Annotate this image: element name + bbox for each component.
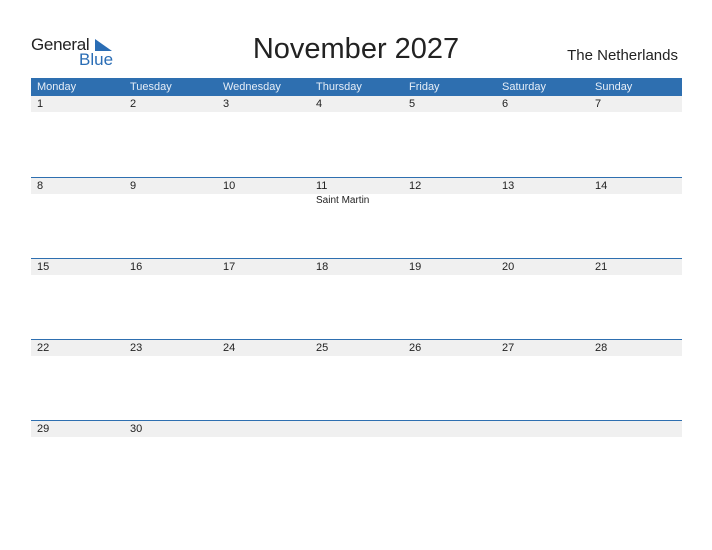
holiday-event [217, 275, 310, 276]
day-number: 2 [130, 98, 137, 110]
holiday-event [217, 112, 310, 113]
holiday-event [403, 194, 496, 207]
weekday-monday: Monday [37, 81, 77, 93]
weekday-saturday: Saturday [502, 81, 547, 93]
date-bar: 8 9 10 11 12 13 14 [31, 177, 682, 194]
day-number: 4 [316, 98, 323, 110]
day-number: 24 [223, 342, 236, 354]
holiday-event [496, 112, 589, 113]
day-number: 28 [595, 342, 608, 354]
holiday-event [589, 112, 682, 113]
holiday-event [124, 194, 217, 207]
holiday-event [124, 356, 217, 357]
holiday-event [217, 437, 310, 438]
holiday-event: Saint Martin [316, 195, 370, 206]
date-bar: 22 23 24 25 26 27 28 [31, 339, 682, 356]
holiday-event [217, 194, 310, 207]
holiday-event [496, 437, 589, 438]
holiday-event [124, 437, 217, 438]
day-number: 6 [502, 98, 509, 110]
holiday-event [403, 275, 496, 276]
holiday-event [124, 275, 217, 276]
day-number: 19 [409, 261, 422, 273]
weekday-wednesday: Wednesday [223, 81, 281, 93]
weekday-header: Monday Tuesday Wednesday Thursday Friday… [31, 78, 682, 96]
day-number: 23 [130, 342, 143, 354]
holiday-event [403, 112, 496, 113]
day-number: 20 [502, 261, 515, 273]
day-number: 17 [223, 261, 236, 273]
day-number: 22 [37, 342, 50, 354]
day-number: 12 [409, 180, 422, 192]
holiday-event [496, 356, 589, 357]
day-number [310, 421, 403, 437]
holiday-event [403, 356, 496, 357]
holiday-event [310, 437, 403, 438]
day-number [496, 421, 589, 437]
holiday-event [403, 437, 496, 438]
day-number: 16 [130, 261, 143, 273]
holiday-event [310, 356, 403, 357]
events-row [31, 112, 682, 113]
week-row: 29 30 [31, 420, 682, 501]
day-number: 8 [37, 180, 44, 192]
day-number: 9 [130, 180, 137, 192]
day-number: 26 [409, 342, 422, 354]
holiday-event [589, 275, 682, 276]
calendar-grid: Monday Tuesday Wednesday Thursday Friday… [31, 78, 682, 501]
events-row: Saint Martin [31, 194, 682, 207]
day-number: 18 [316, 261, 329, 273]
day-number [403, 421, 496, 437]
events-row [31, 275, 682, 276]
holiday-event [31, 275, 124, 276]
date-bar: 1 2 3 4 5 6 7 [31, 96, 682, 112]
events-row [31, 437, 682, 438]
day-number [589, 421, 682, 437]
day-number: 7 [595, 98, 602, 110]
country-label: The Netherlands [567, 47, 678, 64]
day-number: 13 [502, 180, 515, 192]
week-row: 22 23 24 25 26 27 28 [31, 339, 682, 420]
holiday-event [496, 275, 589, 276]
day-number: 11 [316, 180, 328, 192]
holiday-event [124, 112, 217, 113]
holiday-event [217, 356, 310, 357]
day-number: 25 [316, 342, 329, 354]
holiday-event [310, 275, 403, 276]
weekday-thursday: Thursday [316, 81, 362, 93]
weekday-tuesday: Tuesday [130, 81, 172, 93]
holiday-event [496, 194, 589, 207]
day-number: 21 [595, 261, 608, 273]
week-row: 1 2 3 4 5 6 7 [31, 96, 682, 177]
day-number: 5 [409, 98, 416, 110]
day-number: 3 [223, 98, 230, 110]
holiday-event [31, 194, 124, 207]
holiday-event [31, 356, 124, 357]
day-number [217, 421, 310, 437]
week-row: 8 9 10 11 12 13 14 Saint Martin [31, 177, 682, 258]
holiday-event [589, 356, 682, 357]
holiday-event [589, 437, 682, 438]
weekday-sunday: Sunday [595, 81, 633, 93]
holiday-event [589, 194, 682, 207]
day-number: 15 [37, 261, 50, 273]
events-row [31, 356, 682, 357]
day-number: 27 [502, 342, 515, 354]
day-number: 30 [130, 423, 143, 435]
day-number: 29 [37, 423, 50, 435]
day-number: 1 [37, 98, 44, 110]
week-row: 15 16 17 18 19 20 21 [31, 258, 682, 339]
holiday-event [31, 112, 124, 113]
holiday-event [310, 112, 403, 113]
date-bar: 29 30 [31, 420, 682, 437]
day-number: 14 [595, 180, 608, 192]
date-bar: 15 16 17 18 19 20 21 [31, 258, 682, 275]
day-number: 10 [223, 180, 236, 192]
weekday-friday: Friday [409, 81, 440, 93]
holiday-event [31, 437, 124, 438]
